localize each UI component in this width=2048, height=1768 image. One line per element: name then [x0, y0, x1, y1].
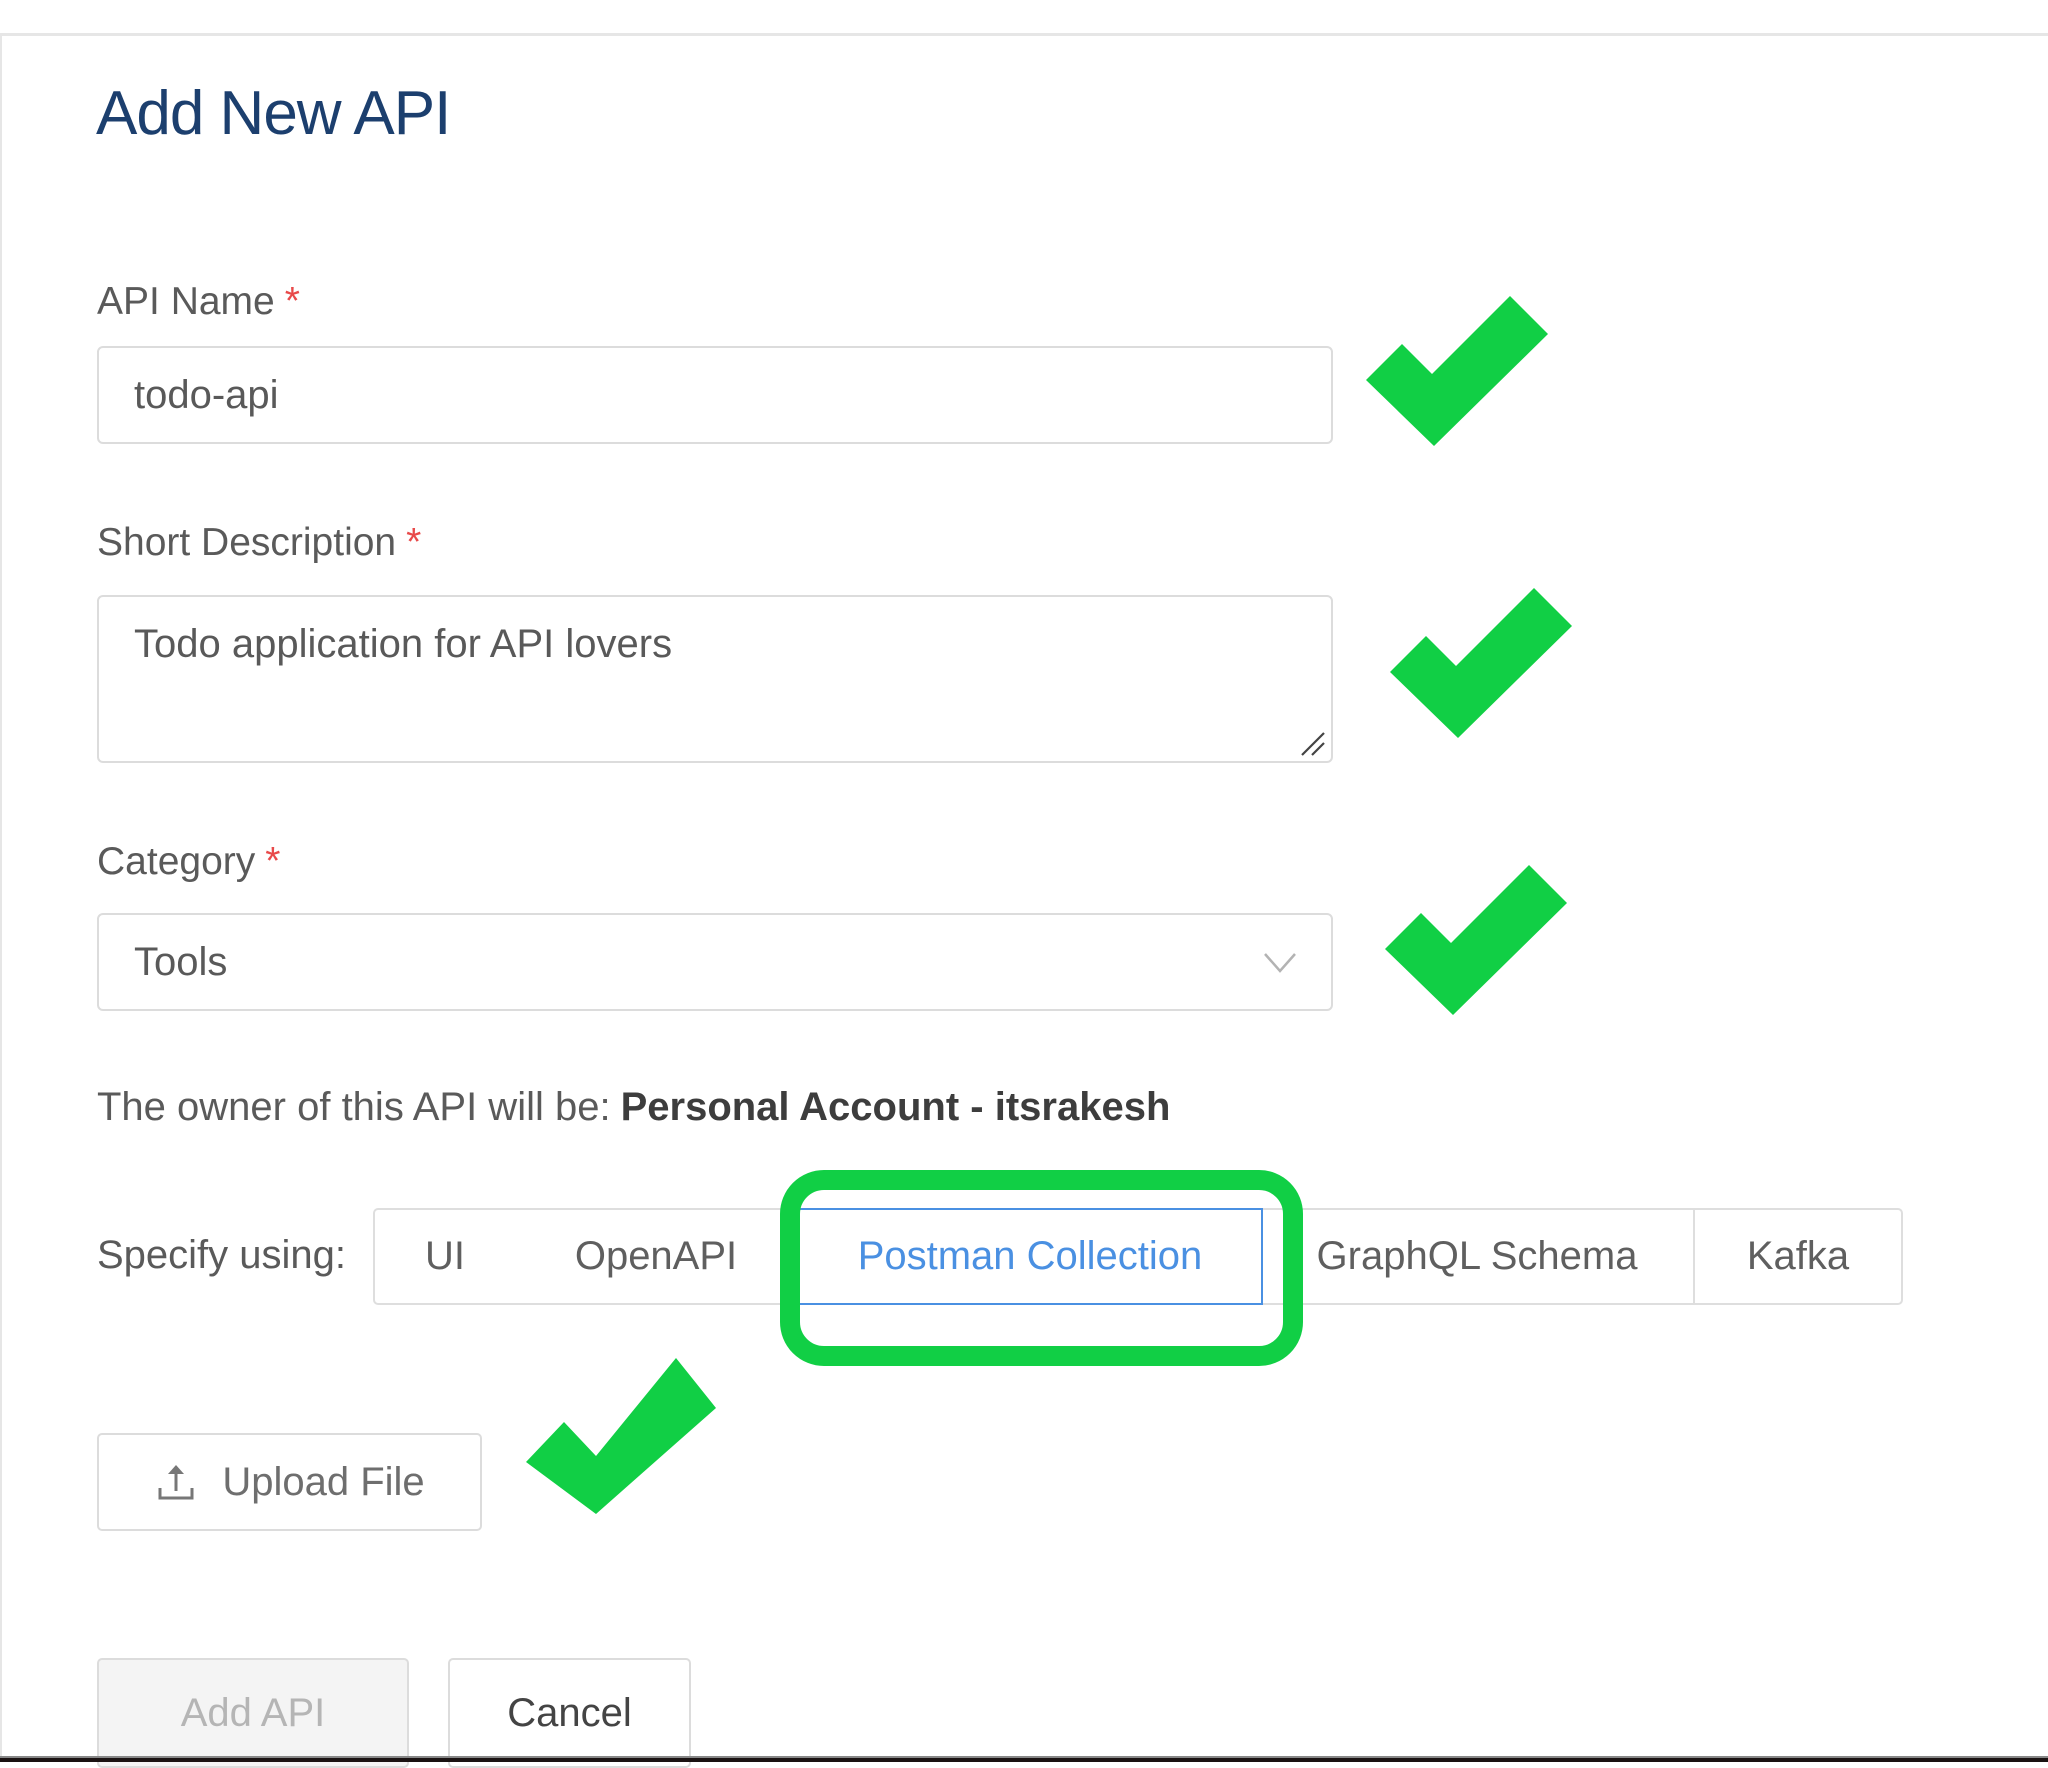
short-description-textarea[interactable]: Todo application for API lovers	[97, 595, 1333, 763]
upload-icon	[158, 1465, 194, 1500]
option-graphql-schema[interactable]: GraphQL Schema	[1261, 1208, 1695, 1305]
required-marker: *	[284, 280, 300, 323]
specify-using-label: Specify using:	[97, 1233, 347, 1277]
upload-file-button[interactable]: Upload File	[97, 1433, 482, 1531]
category-label-text: Category	[97, 840, 256, 883]
bottom-edge	[0, 1756, 2048, 1762]
owner-text: The owner of this API will be: Personal A…	[97, 1085, 1170, 1130]
upload-file-label: Upload File	[222, 1459, 425, 1504]
api-name-label-text: API Name	[97, 280, 275, 323]
page-title: Add New API	[96, 79, 451, 148]
category-selected-value: Tools	[134, 940, 228, 984]
category-label: Category *	[97, 840, 280, 884]
category-select[interactable]: Tools	[97, 913, 1333, 1011]
add-api-button[interactable]: Add API	[97, 1658, 409, 1768]
cancel-button[interactable]: Cancel	[448, 1658, 691, 1768]
api-name-input[interactable]	[97, 346, 1333, 444]
required-marker: *	[406, 521, 422, 564]
chevron-down-icon[interactable]	[1262, 947, 1298, 977]
short-description-label: Short Description *	[97, 521, 421, 565]
required-marker: *	[265, 840, 281, 883]
owner-prefix: The owner of this API will be:	[97, 1085, 611, 1129]
option-postman-collection[interactable]: Postman Collection	[797, 1208, 1263, 1305]
option-ui[interactable]: UI	[373, 1208, 517, 1305]
resize-handle-icon[interactable]	[1300, 731, 1326, 757]
api-name-label: API Name *	[97, 280, 300, 324]
option-kafka[interactable]: Kafka	[1693, 1208, 1903, 1305]
short-description-label-text: Short Description	[97, 521, 397, 564]
owner-value: Personal Account - itsrakesh	[620, 1085, 1171, 1129]
option-openapi[interactable]: OpenAPI	[515, 1208, 799, 1305]
